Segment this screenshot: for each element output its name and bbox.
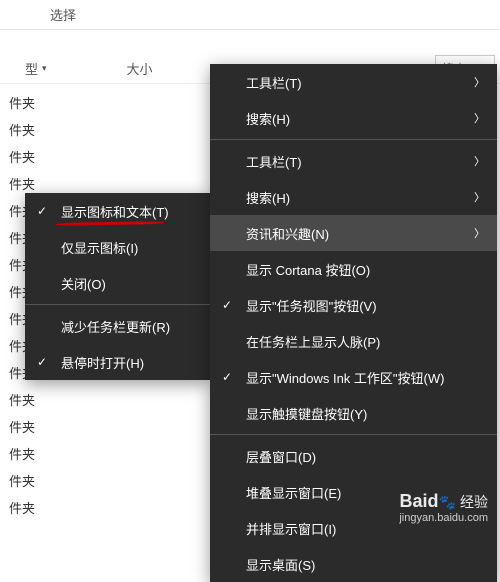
menu-item-label: 显示触摸键盘按钮(Y) — [246, 404, 367, 423]
watermark-url: jingyan.baidu.com — [399, 512, 488, 524]
menu-item-windows-ink[interactable]: ✓ 显示"Windows Ink 工作区"按钮(W) — [210, 359, 497, 395]
menu-item-news-interests[interactable]: 资讯和兴趣(N) 〉 — [210, 215, 497, 251]
check-icon: ✓ — [222, 370, 232, 384]
menu-item-show-icon-only[interactable]: 仅显示图标(I) — [25, 229, 210, 265]
menu-item-touch-keyboard[interactable]: 显示触摸键盘按钮(Y) — [210, 395, 497, 431]
menu-separator — [210, 434, 497, 435]
menu-item-close[interactable]: 关闭(O) — [25, 265, 210, 301]
menu-item-label: 在任务栏上显示人脉(P) — [246, 332, 380, 351]
menu-item-label: 仅显示图标(I) — [61, 238, 138, 257]
menu-item-label: 显示"Windows Ink 工作区"按钮(W) — [246, 368, 444, 387]
toolbar-row: 选择 — [0, 0, 500, 30]
chevron-right-icon: 〉 — [474, 110, 485, 126]
menu-item-label: 堆叠显示窗口(E) — [246, 483, 341, 502]
watermark: Baid🐾经验 jingyan.baidu.com — [399, 491, 488, 524]
column-size-label: 大小 — [127, 59, 153, 78]
menu-item-people[interactable]: 在任务栏上显示人脉(P) — [210, 323, 497, 359]
menu-item-toolbars[interactable]: 工具栏(T) 〉 — [210, 64, 497, 100]
paw-icon: 🐾 — [439, 494, 456, 511]
menu-separator — [25, 304, 210, 305]
menu-item-cortana[interactable]: 显示 Cortana 按钮(O) — [210, 251, 497, 287]
watermark-sub: 经验 — [460, 492, 488, 512]
menu-item-label: 显示"任务视图"按钮(V) — [246, 296, 377, 315]
check-icon: ✓ — [37, 355, 47, 369]
menu-item-open-on-hover[interactable]: ✓ 悬停时打开(H) — [25, 344, 210, 380]
chevron-right-icon: 〉 — [474, 153, 485, 169]
menu-item-search[interactable]: 搜索(H) 〉 — [210, 100, 497, 136]
select-button[interactable]: 选择 — [50, 5, 76, 24]
menu-item-label: 显示图标和文本(T) — [61, 202, 169, 221]
chevron-down-icon: ▾ — [42, 63, 47, 74]
menu-item-reduce-updates[interactable]: 减少任务栏更新(R) — [25, 308, 210, 344]
menu-item-label: 搜索(H) — [246, 188, 290, 207]
menu-item-label: 减少任务栏更新(R) — [61, 317, 170, 336]
menu-item-label: 并排显示窗口(I) — [246, 519, 336, 538]
menu-item-label: 工具栏(T) — [246, 152, 302, 171]
menu-item-cascade[interactable]: 层叠窗口(D) — [210, 438, 497, 474]
column-type[interactable]: 型 ▾ — [5, 59, 67, 78]
chevron-right-icon: 〉 — [474, 189, 485, 205]
menu-item-label: 悬停时打开(H) — [61, 353, 144, 372]
chevron-right-icon: 〉 — [474, 74, 485, 90]
menu-separator — [210, 139, 497, 140]
check-icon: ✓ — [37, 204, 47, 218]
column-size[interactable]: 大小 — [107, 59, 173, 78]
menu-item-label: 层叠窗口(D) — [246, 447, 316, 466]
menu-item-label: 关闭(O) — [61, 274, 106, 293]
menu-item-label: 显示 Cortana 按钮(O) — [246, 260, 370, 279]
menu-item-label: 工具栏(T) — [246, 73, 302, 92]
check-icon: ✓ — [222, 298, 232, 312]
menu-item-toolbars-2[interactable]: 工具栏(T) 〉 — [210, 143, 497, 179]
menu-item-task-view[interactable]: ✓ 显示"任务视图"按钮(V) — [210, 287, 497, 323]
menu-item-label: 搜索(H) — [246, 109, 290, 128]
menu-item-search-2[interactable]: 搜索(H) 〉 — [210, 179, 497, 215]
column-type-label: 型 — [25, 59, 38, 78]
menu-item-label: 显示桌面(S) — [246, 555, 315, 574]
menu-item-show-desktop[interactable]: 显示桌面(S) — [210, 546, 497, 582]
menu-item-label: 资讯和兴趣(N) — [246, 224, 329, 243]
watermark-brand: Baid — [400, 491, 439, 511]
chevron-right-icon: 〉 — [474, 225, 485, 241]
